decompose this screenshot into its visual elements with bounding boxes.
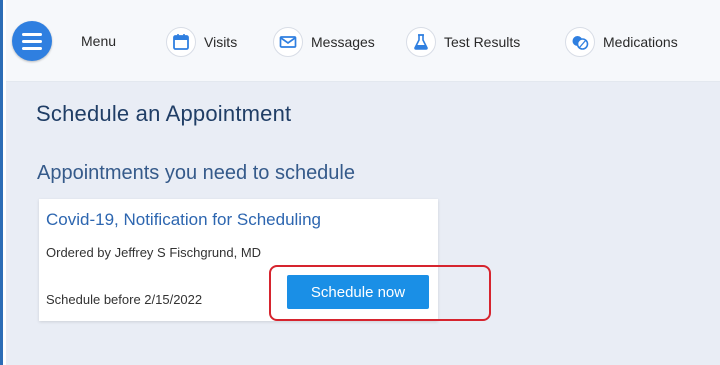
hamburger-icon-bar	[22, 47, 42, 50]
menu-label[interactable]: Menu	[81, 33, 116, 49]
nav-item-visits[interactable]: Visits	[166, 22, 237, 62]
flask-icon	[406, 27, 436, 57]
highlight-annotation	[269, 265, 491, 321]
hamburger-icon-bar	[22, 40, 42, 43]
schedule-deadline-text: Schedule before 2/15/2022	[46, 292, 203, 307]
nav-label: Test Results	[444, 34, 521, 50]
calendar-icon	[166, 27, 196, 57]
nav-label: Medications	[603, 34, 678, 50]
appointment-title: Covid-19, Notification for Scheduling	[46, 210, 321, 229]
pill-icon	[565, 27, 595, 57]
page-title: Schedule an Appointment	[36, 101, 292, 126]
hamburger-icon-bar	[22, 33, 42, 36]
nav-label: Messages	[311, 34, 375, 50]
nav-item-messages[interactable]: Messages	[273, 22, 375, 62]
ordered-by-text: Ordered by Jeffrey S Fischgrund, MD	[46, 245, 262, 260]
app-window: Menu Visits Messages Test Results Medica…	[0, 0, 720, 365]
nav-label: Visits	[204, 34, 238, 50]
menu-button[interactable]	[12, 21, 52, 61]
nav-item-test-results[interactable]: Test Results	[406, 22, 520, 62]
section-title: Appointments you need to schedule	[37, 162, 355, 184]
nav-item-medications[interactable]: Medications	[565, 22, 678, 62]
envelope-icon	[273, 27, 303, 57]
